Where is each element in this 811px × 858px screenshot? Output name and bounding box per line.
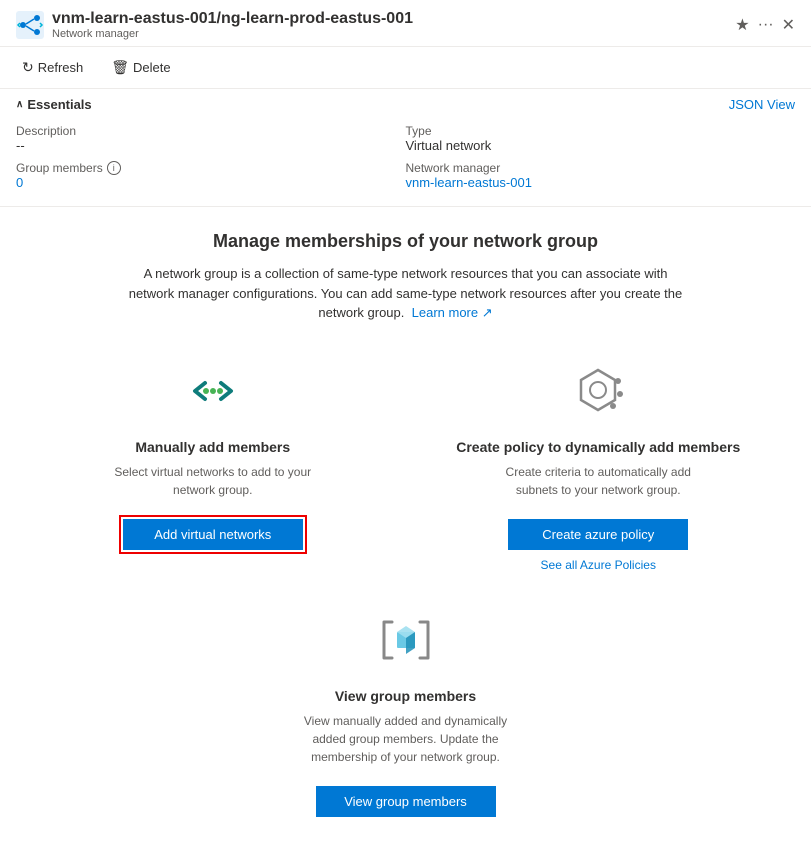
header-actions: ★ ··· ✕: [735, 15, 795, 35]
create-policy-icon: [563, 356, 633, 426]
network-manager-value[interactable]: vnm-learn-eastus-001: [406, 175, 796, 190]
add-virtual-networks-button[interactable]: Add virtual networks: [123, 519, 303, 550]
see-all-policies-link[interactable]: See all Azure Policies: [541, 558, 656, 572]
network-manager-label: Network manager: [406, 161, 796, 175]
policy-desc: Create criteria to automatically add sub…: [488, 463, 708, 499]
header-left: vnm-learn-eastus-001/ng-learn-prod-eastu…: [16, 10, 413, 40]
manage-title: Manage memberships of your network group: [40, 231, 771, 252]
manually-add-icon: [178, 356, 248, 426]
manually-desc: Select virtual networks to add to your n…: [103, 463, 323, 499]
essentials-header: ∧ Essentials JSON View: [16, 97, 795, 112]
manually-title: Manually add members: [135, 439, 290, 455]
policy-title: Create policy to dynamically add members: [456, 439, 740, 455]
favorite-icon[interactable]: ★: [735, 15, 749, 35]
type-value: Virtual network: [406, 138, 796, 153]
essentials-network-manager: Network manager vnm-learn-eastus-001: [406, 157, 796, 194]
view-group-members-button[interactable]: View group members: [316, 786, 496, 817]
essentials-description: Description --: [16, 120, 406, 157]
chevron-icon[interactable]: ∧: [16, 99, 23, 110]
view-group-icon-wrap: [370, 604, 442, 676]
essentials-section: ∧ Essentials JSON View Description -- Ty…: [0, 89, 811, 207]
delete-label: Delete: [133, 60, 171, 75]
description-value: --: [16, 138, 406, 153]
page-header: vnm-learn-eastus-001/ng-learn-prod-eastu…: [0, 0, 811, 47]
view-group-title: View group members: [335, 688, 476, 704]
manually-icon-wrap: [177, 355, 249, 427]
essentials-grid: Description -- Type Virtual network Grou…: [16, 120, 795, 194]
manage-description: A network group is a collection of same-…: [126, 264, 686, 323]
create-policy-card: Create policy to dynamically add members…: [426, 355, 772, 572]
cards-row: Manually add members Select virtual netw…: [40, 355, 771, 572]
essentials-group-members: Group members i 0: [16, 157, 406, 194]
page-title: vnm-learn-eastus-001/ng-learn-prod-eastu…: [52, 10, 413, 28]
refresh-icon: ↻: [22, 59, 34, 76]
view-group-icon: [370, 604, 442, 676]
delete-button[interactable]: 🗑 Delete: [105, 55, 176, 80]
toolbar: ↻ Refresh 🗑 Delete: [0, 47, 811, 89]
main-content: Manage memberships of your network group…: [0, 207, 811, 841]
refresh-label: Refresh: [38, 60, 84, 75]
view-group-desc: View manually added and dynamically adde…: [296, 712, 516, 766]
manually-add-card: Manually add members Select virtual netw…: [40, 355, 386, 572]
essentials-title: ∧ Essentials: [16, 97, 92, 112]
refresh-button[interactable]: ↻ Refresh: [16, 55, 89, 80]
json-view-link[interactable]: JSON View: [729, 97, 795, 112]
group-members-value[interactable]: 0: [16, 175, 406, 190]
type-label: Type: [406, 124, 796, 138]
essentials-type: Type Virtual network: [406, 120, 796, 157]
group-members-info-icon[interactable]: i: [107, 161, 121, 175]
delete-icon: 🗑: [111, 59, 129, 76]
description-label: Description: [16, 124, 406, 138]
learn-more-link[interactable]: Learn more ↗: [408, 305, 493, 320]
policy-icon-wrap: [562, 355, 634, 427]
group-members-label: Group members i: [16, 161, 406, 175]
network-manager-icon: [16, 11, 44, 39]
close-icon[interactable]: ✕: [782, 15, 795, 35]
view-group-members-card: View group members View manually added a…: [40, 604, 771, 817]
more-options-icon[interactable]: ···: [758, 16, 774, 34]
header-title-block: vnm-learn-eastus-001/ng-learn-prod-eastu…: [52, 10, 413, 40]
page-subtitle: Network manager: [52, 28, 413, 40]
create-azure-policy-button[interactable]: Create azure policy: [508, 519, 688, 550]
